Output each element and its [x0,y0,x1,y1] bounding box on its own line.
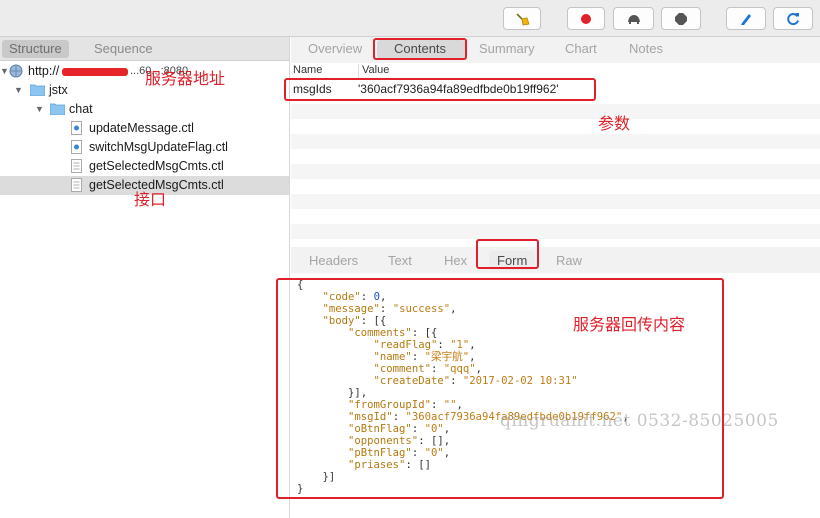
refresh-icon [787,12,799,25]
refresh-button[interactable] [773,7,813,30]
request-file-icon [71,121,82,135]
globe-icon [9,64,23,78]
tab-structure[interactable]: Structure [2,40,69,58]
disclosure-triangle-icon[interactable]: ▼ [14,81,23,100]
record-icon [581,13,591,24]
note-parameters: 参数 [598,116,631,133]
tree-row-update-message[interactable]: updateMessage.ctl [0,119,289,138]
note-interface: 接口 [134,192,167,209]
clear-button[interactable] [503,7,541,30]
note-server-response: 服务器回传内容 [573,317,686,334]
throttle-button[interactable] [613,7,654,30]
tab-headers[interactable]: Headers [309,253,358,268]
tab-summary[interactable]: Summary [479,41,535,56]
tree-label-get-cmts-1: getSelectedMsgCmts.ctl [89,159,224,173]
annotation-box-contents [373,38,467,60]
tree-row-switch-flag[interactable]: switchMsgUpdateFlag.ctl [0,138,289,157]
disclosure-triangle-icon[interactable]: ▼ [35,100,44,119]
record-button[interactable] [567,7,605,30]
tab-raw[interactable]: Raw [556,253,582,268]
table-row [291,104,820,119]
document-icon [71,178,82,192]
tree-label-update-message: updateMessage.ctl [89,121,194,135]
stop-icon [675,12,687,25]
broom-icon [516,12,530,25]
folder-icon [50,103,65,115]
tree-label-chat: chat [69,102,93,116]
bottom-view-tabs: Headers Text Hex Form Raw [291,247,820,273]
document-icon [71,159,82,173]
table-row [291,194,820,209]
table-row [291,134,820,149]
column-header-value[interactable]: Value [358,64,389,78]
tree-label-host: http:// [28,64,60,78]
disclosure-triangle-icon[interactable]: ▼ [0,62,9,81]
folder-icon [30,84,45,96]
left-view-tabs: Structure Sequence [0,37,289,61]
turtle-icon [627,14,640,24]
tree-row-chat[interactable]: ▼ chat [0,100,289,119]
redaction-mark [62,68,128,76]
pen-icon [741,13,751,25]
column-header-name[interactable]: Name [293,64,322,78]
structure-panel: Structure Sequence ▼ http:// ...60...:80… [0,37,290,518]
tree-label-jstx: jstx [49,83,68,97]
tree-row-get-cmts-1[interactable]: getSelectedMsgCmts.ctl [0,157,289,176]
toolbar [0,0,820,37]
note-server-address: 服务器地址 [145,71,226,88]
table-row [291,224,820,239]
tab-notes[interactable]: Notes [629,41,663,56]
request-file-icon [71,140,82,154]
tab-text[interactable]: Text [388,253,412,268]
tab-sequence[interactable]: Sequence [87,40,160,58]
tab-hex[interactable]: Hex [444,253,467,268]
top-view-tabs: Overview Contents Summary Chart Notes [291,37,820,63]
tree-label-switch-flag: switchMsgUpdateFlag.ctl [89,140,228,154]
annotation-box-params [284,78,596,101]
annotation-box-form [476,239,539,269]
tab-chart[interactable]: Chart [565,41,597,56]
breakpoint-button[interactable] [661,7,701,30]
table-row [291,164,820,179]
tab-overview[interactable]: Overview [308,41,362,56]
edit-button[interactable] [726,7,766,30]
